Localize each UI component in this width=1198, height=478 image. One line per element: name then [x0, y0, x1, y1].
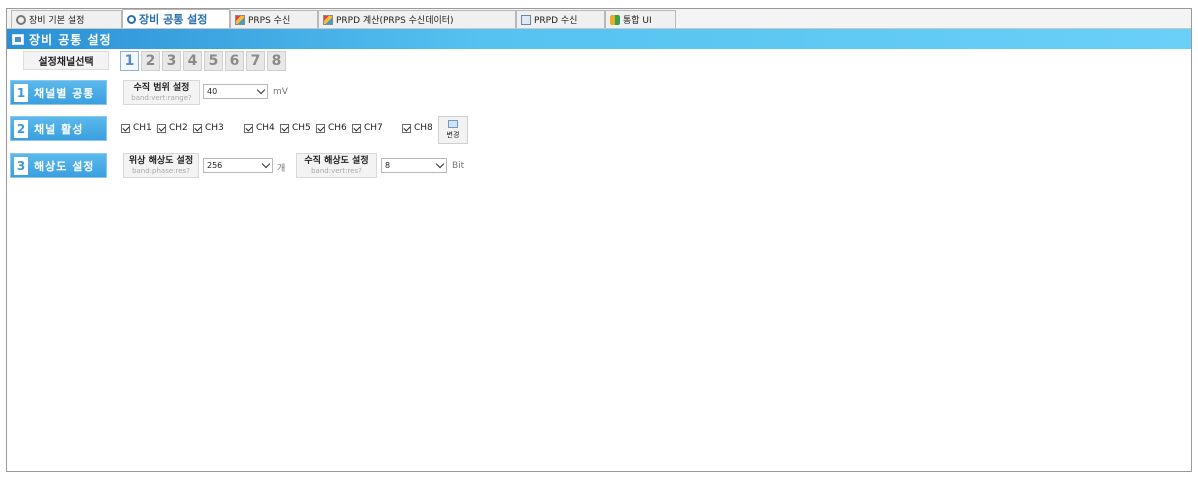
channel-select-8[interactable]: 8 [267, 51, 286, 71]
vertical-range-unit: mV [273, 87, 288, 97]
channel-select-5[interactable]: 5 [204, 51, 223, 71]
chevron-down-icon [256, 85, 266, 95]
section-channel-active-button[interactable]: 2 채널 활성 [10, 116, 107, 141]
channel-checkbox-ch3[interactable]: CH3 [193, 123, 224, 133]
chevron-down-icon [435, 159, 445, 169]
settings-panel-icon [12, 33, 24, 45]
merge-icon [610, 14, 620, 25]
apply-icon [448, 120, 458, 128]
gear-icon [16, 14, 26, 25]
tab-device-common-settings[interactable]: 장비 공통 설정 [122, 9, 230, 28]
checkbox-checked-icon [402, 123, 411, 133]
channel-select-label: 설정채널선택 [23, 51, 109, 70]
chart-icon [235, 14, 245, 25]
channel-checkbox-ch2[interactable]: CH2 [157, 123, 188, 133]
channel-checkbox-ch7[interactable]: CH7 [352, 123, 383, 133]
main-window: 장비 기본 설정 장비 공통 설정 PRPS 수신 PRPD 계산(PRPS 수… [6, 8, 1192, 472]
channel-select-7[interactable]: 7 [246, 51, 265, 71]
checkbox-checked-icon [121, 123, 130, 133]
checkbox-checked-icon [157, 123, 166, 133]
title-bar: 장비 공통 설정 [7, 29, 1191, 49]
section-resolution-button[interactable]: 3 해상도 설정 [10, 153, 107, 178]
checkbox-checked-icon [280, 123, 289, 133]
chevron-down-icon [261, 159, 271, 169]
search-icon [127, 14, 136, 24]
chart-icon [323, 14, 333, 25]
tab-prpd-calc[interactable]: PRPD 계산(PRPS 수신데이터) [318, 10, 516, 28]
channel-checkbox-ch5[interactable]: CH5 [280, 123, 311, 133]
phase-resolution-select[interactable]: 256 [203, 158, 273, 173]
channel-select-6[interactable]: 6 [225, 51, 244, 71]
channel-select-2[interactable]: 2 [141, 51, 160, 71]
monitor-icon [521, 14, 531, 25]
tab-integrated-ui[interactable]: 통합 UI [605, 10, 676, 28]
vertical-range-select[interactable]: 40 [203, 84, 268, 99]
channel-checkbox-ch1[interactable]: CH1 [121, 123, 152, 133]
phase-resolution-unit: 개 [277, 164, 286, 174]
vertical-range-setting-label: 수직 범위 설정 band:vert:range? [123, 80, 200, 105]
tab-device-basic-settings[interactable]: 장비 기본 설정 [11, 10, 122, 28]
channel-select-4[interactable]: 4 [183, 51, 202, 71]
tab-prps-receive[interactable]: PRPS 수신 [230, 10, 318, 28]
change-button[interactable]: 변경 [438, 116, 468, 144]
checkbox-checked-icon [352, 123, 361, 133]
vertical-resolution-setting-label: 수직 해상도 설정 band:vert:res? [296, 153, 377, 178]
vertical-resolution-unit: Bit [452, 161, 465, 171]
checkbox-checked-icon [193, 123, 202, 133]
channel-checkbox-ch4[interactable]: CH4 [244, 123, 275, 133]
channel-select-3[interactable]: 3 [162, 51, 181, 71]
vertical-resolution-select[interactable]: 8 [381, 158, 447, 173]
channel-checkbox-ch6[interactable]: CH6 [316, 123, 347, 133]
checkbox-checked-icon [244, 123, 253, 133]
channel-select-1[interactable]: 1 [120, 51, 139, 71]
page-title: 장비 공통 설정 [29, 32, 112, 47]
tab-bar: 장비 기본 설정 장비 공통 설정 PRPS 수신 PRPD 계산(PRPS 수… [7, 9, 1191, 29]
channel-checkbox-ch8[interactable]: CH8 [402, 123, 433, 133]
section-channel-common-button[interactable]: 1 채널별 공통 [10, 80, 107, 105]
phase-resolution-setting-label: 위상 해상도 설정 band:phase:res? [123, 153, 199, 178]
tab-prpd-receive[interactable]: PRPD 수신 [516, 10, 605, 28]
checkbox-checked-icon [316, 123, 325, 133]
